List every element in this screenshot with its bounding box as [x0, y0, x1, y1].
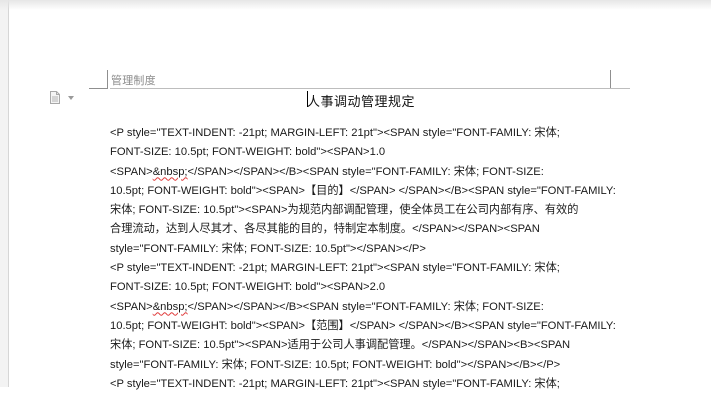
text-line[interactable]: style="FONT-FAMILY: 宋体; FONT-SIZE: 10.5p…	[110, 356, 610, 375]
text-line[interactable]: <SPAN>&nbsp;</SPAN></SPAN></B><SPAN styl…	[110, 298, 610, 317]
text-line[interactable]: 宋体; FONT-SIZE: 10.5pt"><SPAN>适用于公司人事调配管理…	[110, 336, 610, 355]
page-top-shadow	[0, 0, 711, 10]
document-icon[interactable]	[50, 91, 60, 104]
margin-corner-mark-right	[610, 70, 629, 89]
document-body[interactable]: <P style="TEXT-INDENT: -21pt; MARGIN-LEF…	[110, 124, 616, 394]
header-divider	[110, 88, 630, 89]
text-line[interactable]: <P style="TEXT-INDENT: -21pt; MARGIN-LEF…	[110, 259, 610, 278]
text-line[interactable]: 10.5pt; FONT-WEIGHT: bold"><SPAN>【范围】</S…	[110, 317, 616, 336]
text-segment: <SPAN>	[110, 300, 153, 313]
spellcheck-error-text[interactable]: &nbsp;	[153, 166, 188, 178]
text-line[interactable]: 10.5pt; FONT-WEIGHT: bold"><SPAN>【目的】</S…	[110, 182, 616, 201]
text-line[interactable]: <P style="TEXT-INDENT: -21pt; MARGIN-LEF…	[110, 375, 610, 394]
text-line[interactable]: FONT-SIZE: 10.5pt; FONT-WEIGHT: bold"><S…	[110, 278, 610, 297]
text-line[interactable]: style="FONT-FAMILY: 宋体; FONT-SIZE: 10.5p…	[110, 240, 610, 259]
margin-corner-mark-left	[89, 70, 108, 89]
text-segment: </SPAN></SPAN></B><SPAN style="FONT-FAMI…	[187, 300, 544, 313]
header-text[interactable]: 管理制度	[111, 72, 156, 88]
text-line[interactable]: <P style="TEXT-INDENT: -21pt; MARGIN-LEF…	[110, 124, 610, 143]
spellcheck-error-text[interactable]: &nbsp;	[153, 301, 188, 313]
text-line[interactable]: <SPAN>&nbsp;</SPAN></SPAN></B><SPAN styl…	[110, 163, 610, 182]
text-line[interactable]: 合理流动，达到人尽其才、各尽其能的目的，特制定本制度。</SPAN></SPAN…	[110, 220, 610, 239]
document-canvas: 管理制度 人事调动管理规定 <P style="TEXT-INDENT: -21…	[0, 0, 711, 390]
text-segment: </SPAN></SPAN></B><SPAN style="FONT-FAMI…	[187, 165, 544, 178]
text-segment: <SPAN>	[110, 165, 153, 178]
document-title[interactable]: 人事调动管理规定	[307, 91, 415, 110]
text-line[interactable]: FONT-SIZE: 10.5pt; FONT-WEIGHT: bold"><S…	[110, 143, 610, 162]
text-line[interactable]: 宋体; FONT-SIZE: 10.5pt"><SPAN>为规范内部调配管理，使…	[110, 201, 610, 220]
chevron-down-icon[interactable]	[68, 96, 74, 100]
